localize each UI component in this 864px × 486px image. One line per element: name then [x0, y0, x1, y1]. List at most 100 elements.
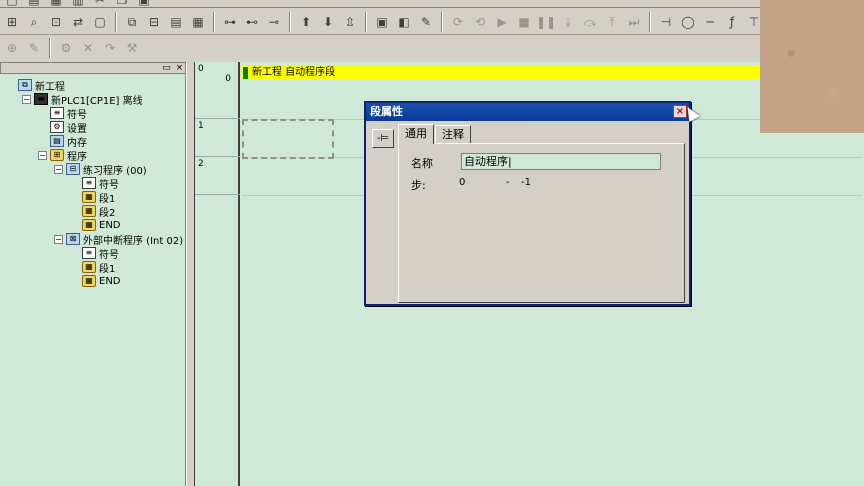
network-icon: ⧉: [18, 79, 32, 91]
tree-item[interactable]: ▤ 内存: [50, 134, 87, 149]
network-button[interactable]: ⧉: [122, 12, 142, 32]
coil-button[interactable]: ◯: [678, 12, 698, 32]
new-icon: □: [6, 0, 17, 6]
upload-button[interactable]: ⇫: [340, 12, 360, 32]
panel-splitter[interactable]: [186, 62, 195, 486]
section-icon: ▦: [82, 261, 96, 273]
section-properties-dialog: 段属性 × -⊨ 通用 注释 名称 自动程序| 步: 0 - -1: [364, 101, 691, 306]
download-icon: ⬇: [322, 14, 334, 29]
upload-icon: ⇫: [344, 14, 356, 29]
find-button[interactable]: ⊡: [46, 12, 66, 32]
step-out-button[interactable]: ⤒: [602, 12, 622, 32]
toolbar-separator: [213, 11, 215, 32]
collapse-toggle-icon[interactable]: −: [54, 164, 63, 174]
contact-button[interactable]: ⊣: [656, 12, 676, 32]
tree-item-label: 内存: [67, 137, 87, 149]
step-end: -1: [521, 177, 531, 188]
compile-icon: ⚙: [60, 41, 72, 55]
rung-number-cell[interactable]: 1: [195, 119, 240, 157]
rung-number-cell[interactable]: 00: [195, 62, 240, 119]
collapse-toggle-icon[interactable]: −: [54, 234, 63, 244]
tree-item[interactable]: ≡ 符号: [50, 106, 87, 121]
tree-item[interactable]: ▦ END: [82, 274, 121, 288]
memory-button[interactable]: ▤: [166, 12, 186, 32]
rung16b-button[interactable]: ⊸: [264, 12, 284, 32]
name-label: 名称: [411, 157, 433, 170]
tree-minimize-button[interactable]: ▭: [161, 63, 172, 73]
io-button[interactable]: ⊟: [144, 12, 164, 32]
segment-marker: [243, 67, 248, 79]
rung16b-icon: ⊸: [268, 14, 280, 29]
memory-icon: ▤: [170, 14, 182, 29]
cross-button[interactable]: ✕: [78, 38, 98, 58]
window-button[interactable]: ▢: [90, 12, 110, 32]
tree-item-label: 设置: [67, 123, 87, 135]
monitor-button[interactable]: ▣: [372, 12, 392, 32]
dialog-title: 段属性: [370, 105, 403, 118]
edit-button[interactable]: ✎: [416, 12, 436, 32]
tree-item[interactable]: − ⊞ 程序: [38, 148, 87, 163]
forward-button[interactable]: ⏭: [624, 12, 644, 32]
tree-item[interactable]: ▦ 段1: [82, 260, 115, 275]
edit-button[interactable]: ✎: [24, 38, 44, 58]
zoom-button[interactable]: ⊕: [2, 38, 22, 58]
rung-number-cell[interactable]: 2: [195, 157, 240, 195]
watch-button[interactable]: ◧: [394, 12, 414, 32]
toolbar-top: □ ▤ ▦ ▥ ✂ ❐ ▣: [0, 0, 864, 8]
toolbar-separator: [289, 11, 291, 32]
paste-icon: ▣: [138, 0, 149, 6]
rung16-button[interactable]: ⊷: [242, 12, 262, 32]
tree-item[interactable]: − ▬ 新PLC1[CP1E] 离线: [22, 92, 143, 107]
line-button[interactable]: ─: [700, 12, 720, 32]
rung10-button[interactable]: ⊶: [220, 12, 240, 32]
toolbar-secondary: ⊕ ✎ ⚙ ✕ ↷ ⚒: [0, 35, 200, 61]
jump-button[interactable]: ↷: [100, 38, 120, 58]
dialog-titlebar[interactable]: 段属性 ×: [366, 103, 689, 121]
tree-item[interactable]: ≡ 符号: [82, 246, 119, 261]
collapse-toggle-icon[interactable]: −: [38, 150, 47, 160]
tools-button[interactable]: ⚒: [122, 38, 142, 58]
rung-number: 1: [198, 121, 204, 131]
fn-icon: ƒ: [729, 14, 735, 29]
tree-item[interactable]: − ⊟ 练习程序 (00): [54, 162, 147, 177]
tree-item[interactable]: ▦ 段1: [82, 190, 115, 205]
table-button[interactable]: ▦: [188, 12, 208, 32]
run-button[interactable]: ⟳: [448, 12, 468, 32]
pause-button[interactable]: ❚❚: [536, 12, 556, 32]
tree-item-label: 新工程: [35, 81, 65, 93]
pin-button[interactable]: -⊨: [372, 129, 394, 148]
section-icon: ▦: [82, 191, 96, 203]
name-field[interactable]: 自动程序|: [461, 153, 661, 170]
collapse-toggle-icon[interactable]: −: [22, 94, 31, 104]
replace-button[interactable]: ⇄: [68, 12, 88, 32]
step-out-icon: ⤒: [609, 14, 615, 29]
fn-button[interactable]: ƒ: [722, 12, 742, 32]
step-over-button[interactable]: ⤼: [580, 12, 600, 32]
project-button[interactable]: ⊞: [2, 12, 22, 32]
task-icon: ⊟: [66, 163, 80, 175]
edit-cursor[interactable]: [242, 119, 334, 159]
tree-item[interactable]: ▦ 段2: [82, 204, 116, 219]
search-button[interactable]: ⌕: [24, 12, 44, 32]
stop-button[interactable]: ■: [514, 12, 534, 32]
tree-item[interactable]: ▦ END: [82, 218, 121, 232]
compile-button[interactable]: ⚙: [56, 38, 76, 58]
tree-close-button[interactable]: ×: [174, 63, 185, 73]
print-icon: ▥: [72, 0, 83, 6]
step-into-button[interactable]: ⤓: [558, 12, 578, 32]
tree-item[interactable]: ⧉ 新工程: [18, 78, 65, 93]
tab-comment[interactable]: 注释: [435, 125, 471, 143]
tree-item[interactable]: − ⊠ 外部中断程序 (Int 02): [54, 232, 183, 247]
tree-item[interactable]: ≡ 符号: [82, 176, 119, 191]
online-button[interactable]: ⬆: [296, 12, 316, 32]
tree-item-label: 段2: [99, 207, 116, 219]
download-button[interactable]: ⬇: [318, 12, 338, 32]
tree-item[interactable]: ⚙ 设置: [50, 120, 87, 135]
program-icon: ⊞: [50, 149, 64, 161]
tree-item-label: 程序: [67, 151, 87, 163]
play-button[interactable]: ▶: [492, 12, 512, 32]
toolbar-separator: [649, 11, 651, 32]
tab-general[interactable]: 通用: [398, 124, 434, 144]
sim-button[interactable]: ⟲: [470, 12, 490, 32]
open-icon: ▤: [28, 0, 39, 6]
